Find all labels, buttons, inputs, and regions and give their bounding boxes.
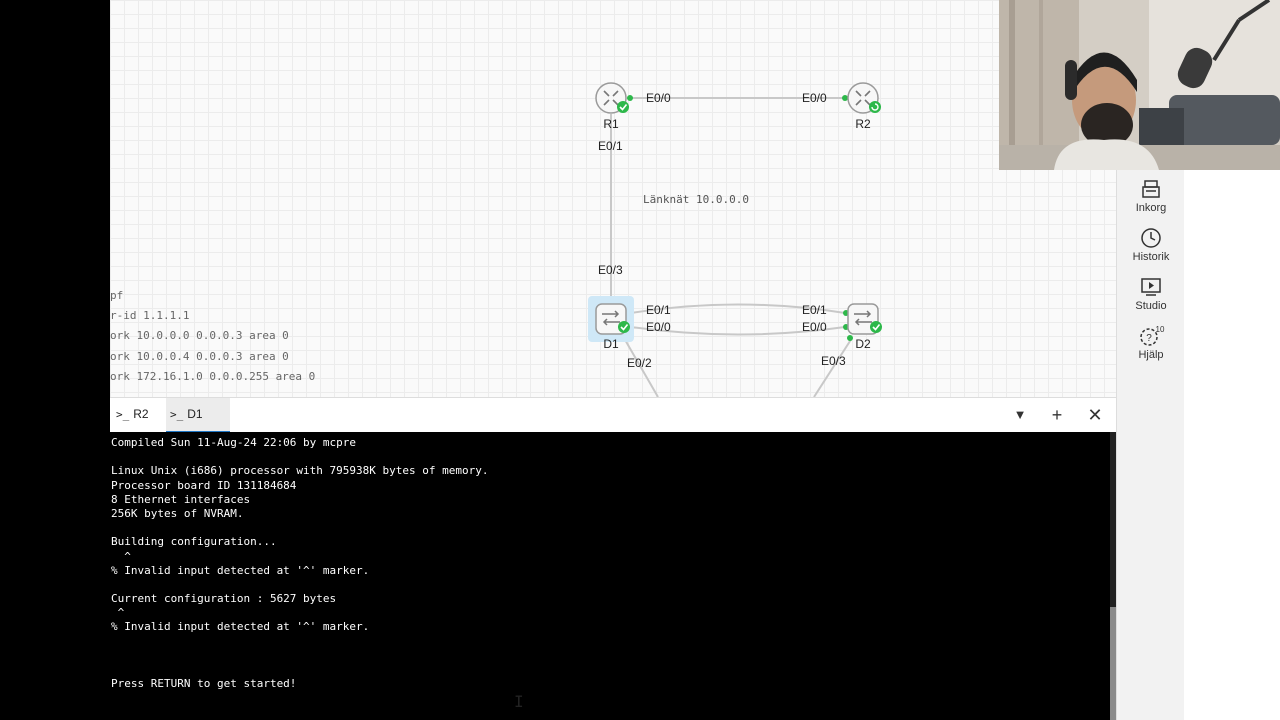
config-line: ork 172.16.1.0 0.0.0.255 area 0 <box>110 369 316 383</box>
sidebar-item-studio[interactable]: Studio <box>1117 276 1185 312</box>
terminal-line: 8 Ethernet interfaces <box>111 492 251 506</box>
tab-label: R2 <box>133 407 149 421</box>
interface-label: E0/3 <box>821 354 846 368</box>
terminal-line: Processor board ID 131184684 <box>111 478 297 492</box>
terminal-line: Compiled Sun 11-Aug-24 22:06 by mcpre <box>111 436 357 449</box>
sidebar-item-label: Historik <box>1132 251 1170 263</box>
clock-icon <box>1141 228 1161 248</box>
svg-text:?: ? <box>1146 333 1152 344</box>
left-margin <box>0 0 110 720</box>
right-strip <box>1184 170 1280 720</box>
terminal-line: Press RETURN to get started! <box>111 677 297 691</box>
config-line: pf <box>110 289 124 302</box>
sidebar-item-label: Inkorg <box>1135 202 1167 214</box>
webcam-image <box>999 0 1280 170</box>
interface-label: E0/1 <box>646 303 671 317</box>
close-console-button[interactable]: ✕ <box>1083 404 1107 426</box>
sidebar-item-historik[interactable]: Historik <box>1117 227 1185 263</box>
router-r1-label: R1 <box>603 117 619 131</box>
terminal-line: 256K bytes of NVRAM. <box>111 506 244 520</box>
status-dot <box>627 95 633 101</box>
network-annotation: Länknät 10.0.0.0 <box>643 193 749 206</box>
terminal-line: Building configuration... <box>111 535 277 549</box>
terminal-line: Current configuration : 5627 bytes <box>111 592 337 606</box>
interface-label: E0/1 <box>802 303 827 317</box>
right-sidebar: Inkorg Historik Studio ? 10 Hjälp <box>1116 170 1185 720</box>
sidebar-item-label: Hjälp <box>1138 349 1164 361</box>
sidebar-item-hjalp[interactable]: ? 10 Hjälp <box>1117 325 1185 361</box>
router-r2-label: R2 <box>855 117 871 131</box>
studio-icon <box>1141 278 1161 296</box>
status-dot <box>847 335 853 341</box>
tab-d1[interactable]: >_ D1 <box>166 398 230 433</box>
switch-d1-label: D1 <box>603 337 619 351</box>
tab-r2[interactable]: >_ R2 <box>112 398 164 431</box>
terminal-line: Linux Unix (i686) processor with 795938K… <box>111 464 489 478</box>
interface-label: E0/3 <box>598 263 623 277</box>
terminal-line: % Invalid input detected at '^' marker. <box>111 620 370 634</box>
router-r2[interactable]: R2 <box>847 82 881 131</box>
help-icon: ? 10 <box>1140 325 1165 346</box>
sidebar-item-inkorg[interactable]: Inkorg <box>1117 178 1185 214</box>
terminal-line: ^ <box>111 549 131 563</box>
interface-label: E0/0 <box>802 320 827 334</box>
webcam-overlay <box>999 0 1280 170</box>
interface-label: E0/0 <box>802 91 827 105</box>
terminal-line: % Invalid input detected at '^' marker. <box>111 563 370 577</box>
switch-d2-label: D2 <box>855 337 871 351</box>
router-r1[interactable]: R1 <box>595 82 629 131</box>
console-tabbar: >_ R2 >_ D1 ▼ + ✕ <box>110 397 1116 433</box>
help-badge: 10 <box>1156 325 1165 334</box>
terminal-icon: >_ <box>170 408 184 421</box>
switch-d2[interactable]: D2 <box>847 303 882 351</box>
interface-label: E0/0 <box>646 91 671 105</box>
terminal-output[interactable]: Compiled Sun 11-Aug-24 22:06 by mcpre Li… <box>110 432 1110 720</box>
terminal-scrollbar[interactable] <box>1110 432 1116 720</box>
inbox-icon <box>1142 180 1160 198</box>
terminal-line: ^ <box>111 606 125 620</box>
text-cursor-icon: I <box>514 692 524 711</box>
config-line: r-id 1.1.1.1 <box>110 309 190 323</box>
config-line: ork 10.0.0.0 0.0.0.3 area 0 <box>110 329 289 343</box>
interface-label: E0/1 <box>598 139 623 153</box>
config-snippet: pf r-id 1.1.1.1 ork 10.0.0.0 0.0.0.3 are… <box>110 286 315 387</box>
interface-label: E0/0 <box>646 320 671 334</box>
interface-label: E0/2 <box>627 356 652 370</box>
status-dot <box>842 95 848 101</box>
topology-canvas[interactable]: R1 R2 D1 D2 E0/0 E0/0 E0/1 E0/3 E0/1 E0/… <box>110 0 1116 397</box>
sidebar-item-label: Studio <box>1135 300 1167 312</box>
terminal-icon: >_ <box>116 408 130 421</box>
tab-label: D1 <box>187 407 203 421</box>
config-line: ork 10.0.0.4 0.0.0.3 area 0 <box>110 349 289 363</box>
add-tab-button[interactable]: + <box>1045 404 1069 426</box>
chevron-down-icon[interactable]: ▼ <box>1008 404 1032 426</box>
scrollbar-thumb[interactable] <box>1110 607 1116 720</box>
